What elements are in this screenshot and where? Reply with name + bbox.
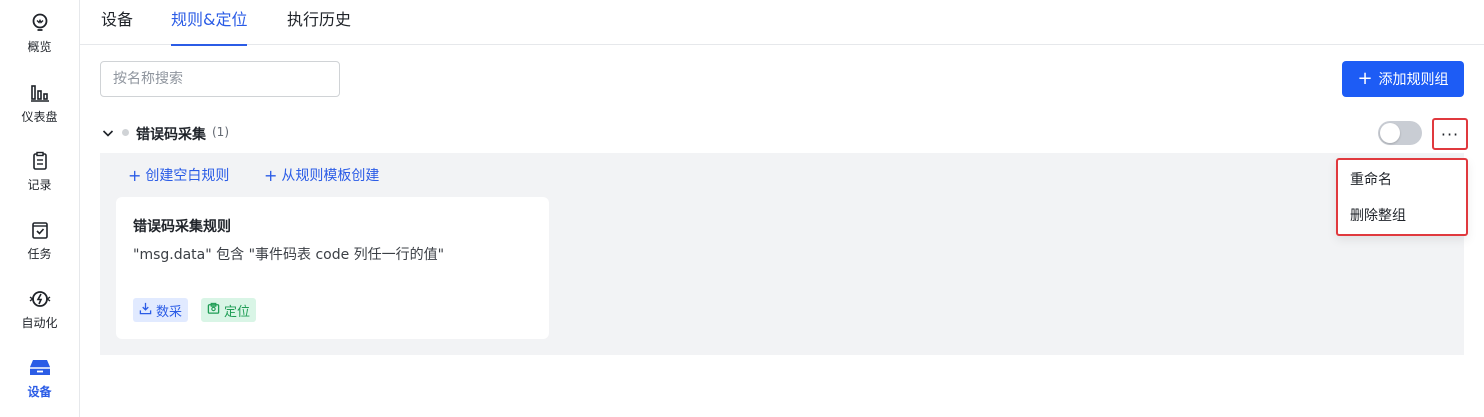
locate-icon — [207, 302, 220, 319]
menu-item-rename[interactable]: 重命名 — [1338, 164, 1466, 196]
tag-data-collection: 数采 — [133, 298, 189, 322]
rule-title: 错误码采集规则 — [133, 219, 231, 235]
rule-group-header: 错误码采集 (1) ··· — [100, 118, 1468, 150]
group-options-menu: 重命名 删除整组 — [1336, 158, 1468, 236]
create-blank-rule-label: 创建空白规则 — [145, 168, 230, 184]
rule-card[interactable]: 错误码采集规则 "msg.data" 包含 "事件码表 code 列任一行的值"… — [116, 197, 549, 339]
sidebar-item-label: 记录 — [27, 178, 52, 192]
group-enable-toggle[interactable] — [1378, 121, 1422, 145]
create-blank-rule-button[interactable]: + 创建空白规则 — [128, 165, 229, 185]
plus-icon: + — [264, 165, 278, 185]
bar-chart-icon — [29, 82, 51, 104]
app-root: 概览 仪表盘 记录 任务 自动化 设备 设备 规则&定位 执行历史 按名称搜索 … — [0, 0, 1484, 417]
sidebar-item-label: 自动化 — [21, 316, 58, 330]
tag-label: 定位 — [224, 304, 251, 320]
tag-location: 定位 — [201, 298, 257, 322]
tab-rules-location[interactable]: 规则&定位 — [171, 0, 248, 46]
sidebar: 概览 仪表盘 记录 任务 自动化 设备 — [0, 0, 80, 417]
add-rule-group-label: 添加规则组 — [1378, 72, 1449, 88]
group-count: (1) — [212, 125, 229, 139]
plus-icon: + — [128, 165, 142, 185]
automation-icon — [29, 288, 51, 310]
sidebar-item-label: 仪表盘 — [21, 110, 58, 124]
sidebar-item-label: 概览 — [27, 40, 52, 54]
tab-devices[interactable]: 设备 — [101, 0, 133, 45]
tab-execution-history[interactable]: 执行历史 — [287, 0, 351, 45]
tag-label: 数采 — [156, 304, 183, 320]
tab-bar: 设备 规则&定位 执行历史 — [80, 0, 1484, 46]
sidebar-item-automation[interactable]: 自动化 — [0, 276, 79, 336]
rule-description: "msg.data" 包含 "事件码表 code 列任一行的值" — [133, 247, 445, 263]
more-options-button[interactable]: ··· — [1432, 118, 1468, 150]
sidebar-item-label: 任务 — [27, 247, 52, 261]
search-input[interactable] — [100, 61, 340, 97]
sidebar-item-overview[interactable]: 概览 — [0, 0, 79, 60]
sidebar-item-dashboard[interactable]: 仪表盘 — [0, 70, 79, 130]
create-from-template-button[interactable]: + 从规则模板创建 — [264, 165, 379, 185]
lightbulb-icon — [29, 12, 51, 34]
sidebar-item-records[interactable]: 记录 — [0, 138, 79, 198]
task-check-icon — [29, 219, 51, 241]
rule-group-body: + 创建空白规则 + 从规则模板创建 错误码采集规则 "msg.data" 包含… — [100, 153, 1464, 355]
clipboard-icon — [29, 150, 51, 172]
create-from-template-label: 从规则模板创建 — [281, 168, 380, 184]
plus-icon: + — [1357, 68, 1373, 89]
sidebar-item-tasks[interactable]: 任务 — [0, 207, 79, 267]
add-rule-group-button[interactable]: + 添加规则组 — [1342, 61, 1464, 97]
download-tray-icon — [139, 302, 152, 319]
toggle-knob — [1380, 123, 1400, 143]
device-box-icon — [29, 357, 51, 379]
group-name: 错误码采集 — [136, 127, 206, 143]
menu-item-delete-group[interactable]: 删除整组 — [1338, 200, 1466, 232]
status-dot — [122, 129, 129, 136]
sidebar-item-label: 设备 — [27, 385, 52, 399]
sidebar-item-devices[interactable]: 设备 — [0, 345, 79, 405]
chevron-down-icon[interactable] — [101, 125, 115, 139]
